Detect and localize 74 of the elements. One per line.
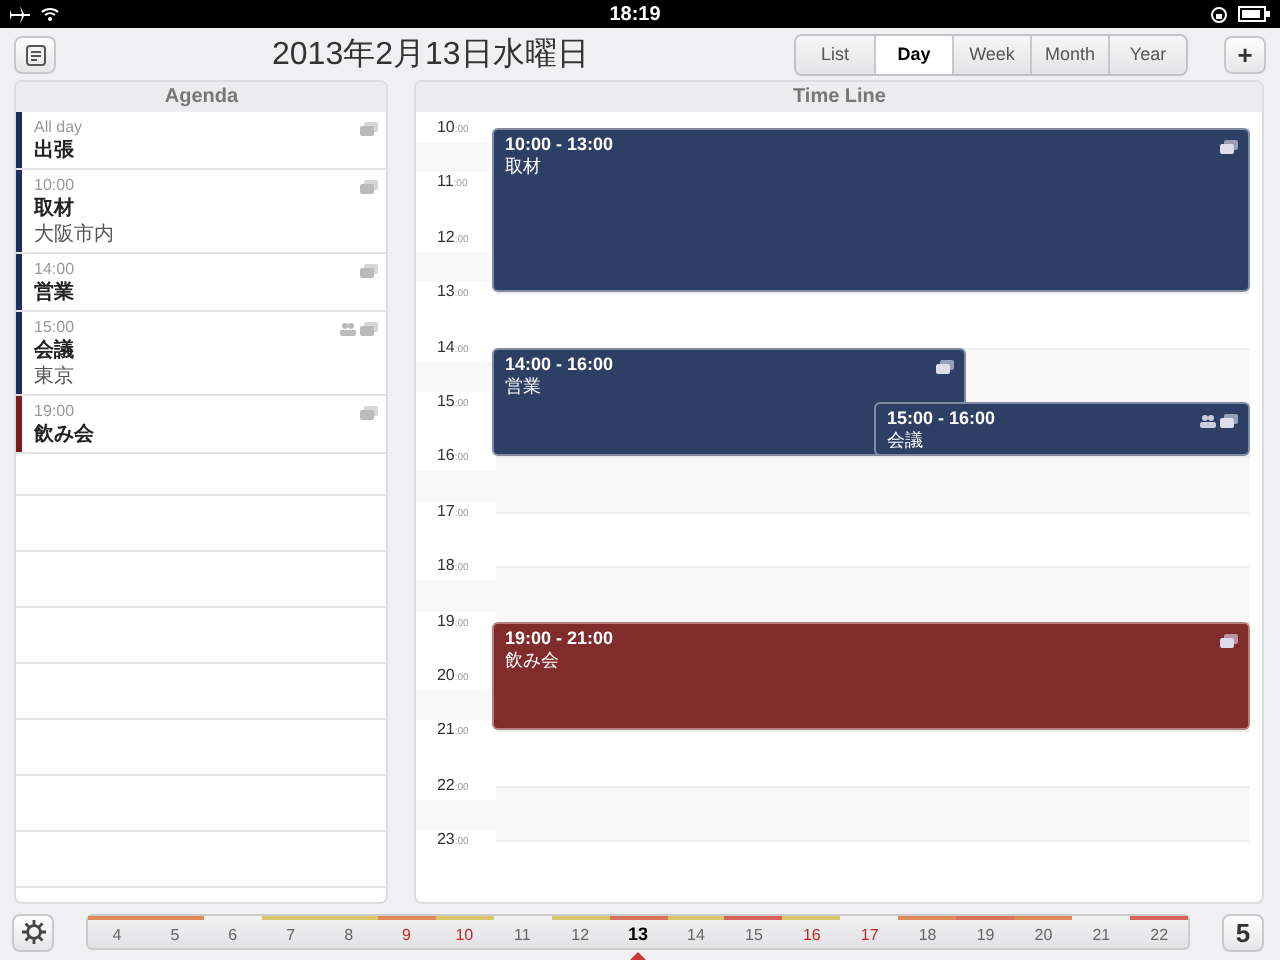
event-title: 取材 [504, 154, 543, 180]
event-title: 会議 [886, 428, 925, 454]
agenda-item[interactable]: 15:00 会議 東京 [16, 312, 387, 396]
event-time: 10:00 - 13:00 [504, 134, 614, 154]
settings-button[interactable] [12, 913, 54, 951]
count-button[interactable]: 5 [1222, 913, 1264, 951]
day-item[interactable]: 12 [551, 916, 610, 948]
day-item[interactable]: 4 [88, 916, 146, 948]
agenda-location: 東京 [34, 364, 75, 390]
event-time: 14:00 - 16:00 [504, 353, 614, 374]
agenda-location: 大阪市内 [34, 222, 114, 248]
agenda-title: 飲み会 [34, 422, 94, 448]
calendar-stack-icon [360, 264, 379, 278]
calendar-stack-icon [1220, 140, 1238, 154]
status-time: 18:19 [609, 3, 661, 25]
event-title: 飲み会 [504, 647, 561, 674]
agenda-time: 19:00 [34, 400, 77, 422]
day-item[interactable]: 22 [1130, 916, 1189, 948]
day-item[interactable]: 10 [435, 916, 494, 948]
calendar-stack-icon [360, 406, 379, 420]
agenda-item[interactable]: 10:00 取材 大阪市内 [16, 170, 387, 254]
day-item[interactable]: 16 [782, 916, 841, 948]
view-tab[interactable]: Year [1108, 35, 1186, 73]
rotation-lock-icon [1209, 5, 1228, 23]
agenda-time: 15:00 [34, 316, 75, 338]
airplane-icon [10, 5, 30, 23]
day-item[interactable]: 8 [319, 916, 378, 948]
calendar-stack-icon [1220, 414, 1238, 428]
date-title: 2013年2月13日水曜日 [270, 35, 591, 75]
day-item[interactable]: 19 [956, 916, 1015, 948]
view-tab[interactable]: List [796, 35, 874, 73]
agenda-title: 取材 [34, 196, 76, 222]
agenda-time: All day [34, 116, 83, 138]
calendar-stack-icon [360, 122, 379, 136]
day-item[interactable]: 21 [1072, 916, 1131, 948]
calendar-stack-icon [936, 359, 954, 374]
wifi-icon [40, 6, 60, 22]
day-item[interactable]: 5 [145, 916, 204, 948]
calendar-stack-icon [360, 180, 379, 194]
view-tab[interactable]: Week [952, 35, 1030, 73]
settings-icon [21, 920, 45, 944]
day-item[interactable]: 7 [261, 916, 320, 948]
add-button[interactable]: + [1224, 35, 1266, 73]
agenda-header: Agenda [16, 82, 387, 112]
day-item[interactable]: 18 [898, 916, 957, 948]
agenda-title: 会議 [34, 338, 75, 364]
calendar-stack-icon [360, 322, 379, 336]
agenda-time: 10:00 [34, 174, 77, 196]
event-time: 19:00 - 21:00 [504, 627, 614, 648]
day-item[interactable]: 14 [667, 916, 725, 948]
event-block[interactable]: 15:00 - 16:00 会議 [874, 402, 1250, 457]
day-item[interactable]: 6 [203, 916, 262, 948]
event-block[interactable]: 19:00 - 21:00 飲み会 [492, 621, 1250, 731]
notepad-icon [25, 43, 45, 65]
day-item[interactable]: 9 [377, 916, 436, 948]
day-item[interactable]: 11 [493, 916, 552, 948]
battery-icon [1237, 6, 1270, 22]
event-title: 営業 [504, 373, 543, 400]
calendar-stack-icon [1220, 633, 1238, 648]
view-tab[interactable]: Day [874, 35, 952, 73]
agenda-item[interactable]: 14:00 営業 [16, 254, 387, 312]
day-item[interactable]: 15 [724, 916, 783, 948]
timeline-header: Time Line [416, 82, 1262, 112]
view-tab[interactable]: Month [1030, 35, 1108, 73]
calendar-list-button[interactable] [14, 35, 56, 73]
agenda-title: 出張 [34, 138, 76, 164]
day-item[interactable]: 13 [609, 916, 668, 948]
agenda-item[interactable]: All day 出張 [16, 112, 387, 170]
agenda-title: 営業 [34, 280, 75, 306]
day-item[interactable]: 17 [840, 916, 899, 948]
agenda-time: 14:00 [34, 258, 75, 280]
day-item[interactable]: 20 [1014, 916, 1073, 948]
agenda-item[interactable]: 19:00 飲み会 [16, 396, 387, 454]
event-block[interactable]: 10:00 - 13:00 取材 [492, 128, 1250, 293]
